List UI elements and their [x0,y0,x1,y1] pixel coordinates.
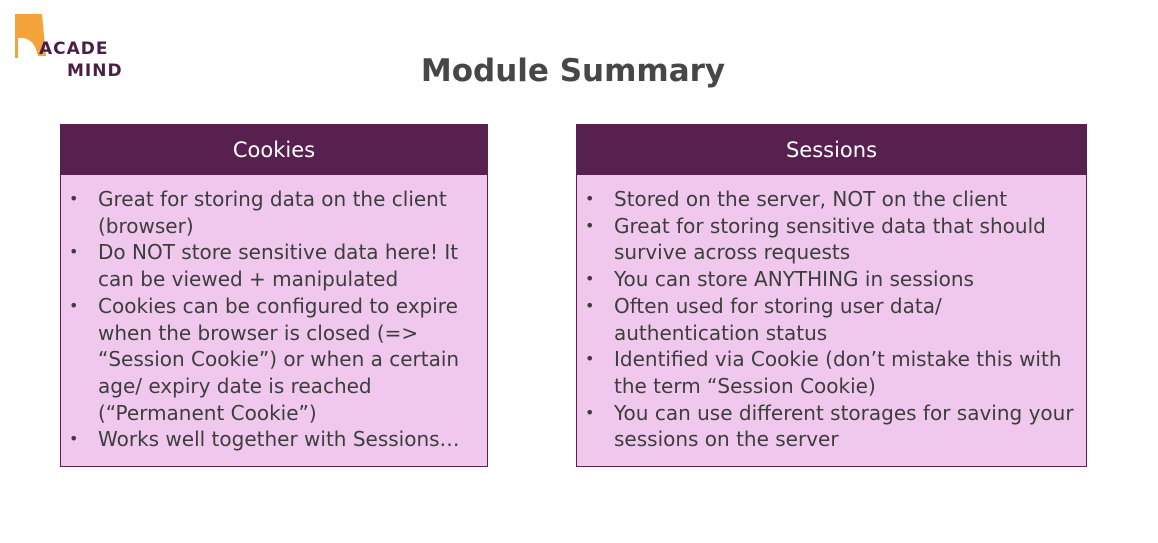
cookies-panel: Cookies Great for storing data on the cl… [60,124,488,467]
sessions-item: Often used for storing user data/ authen… [585,293,1078,346]
cookies-list: Great for storing data on the client (br… [61,175,487,453]
sessions-panel: Sessions Stored on the server, NOT on th… [576,124,1087,467]
sessions-item: You can store ANYTHING in sessions [585,266,1078,293]
cookies-item: Cookies can be configured to expire when… [69,293,483,427]
sessions-item: You can use different storages for savin… [585,400,1078,453]
cookies-header: Cookies [61,125,487,175]
cookies-item: Do NOT store sensitive data here! It can… [69,239,483,292]
cookies-item: Works well together with Sessions… [69,426,483,453]
sessions-item: Stored on the server, NOT on the client [585,186,1078,213]
sessions-header: Sessions [577,125,1086,175]
sessions-item: Great for storing sensitive data that sh… [585,213,1078,266]
page-title: Module Summary [420,53,726,89]
sessions-item: Identified via Cookie (don’t mistake thi… [585,346,1078,399]
sessions-list: Stored on the server, NOT on the client … [577,175,1086,453]
cookies-item: Great for storing data on the client (br… [69,186,483,239]
